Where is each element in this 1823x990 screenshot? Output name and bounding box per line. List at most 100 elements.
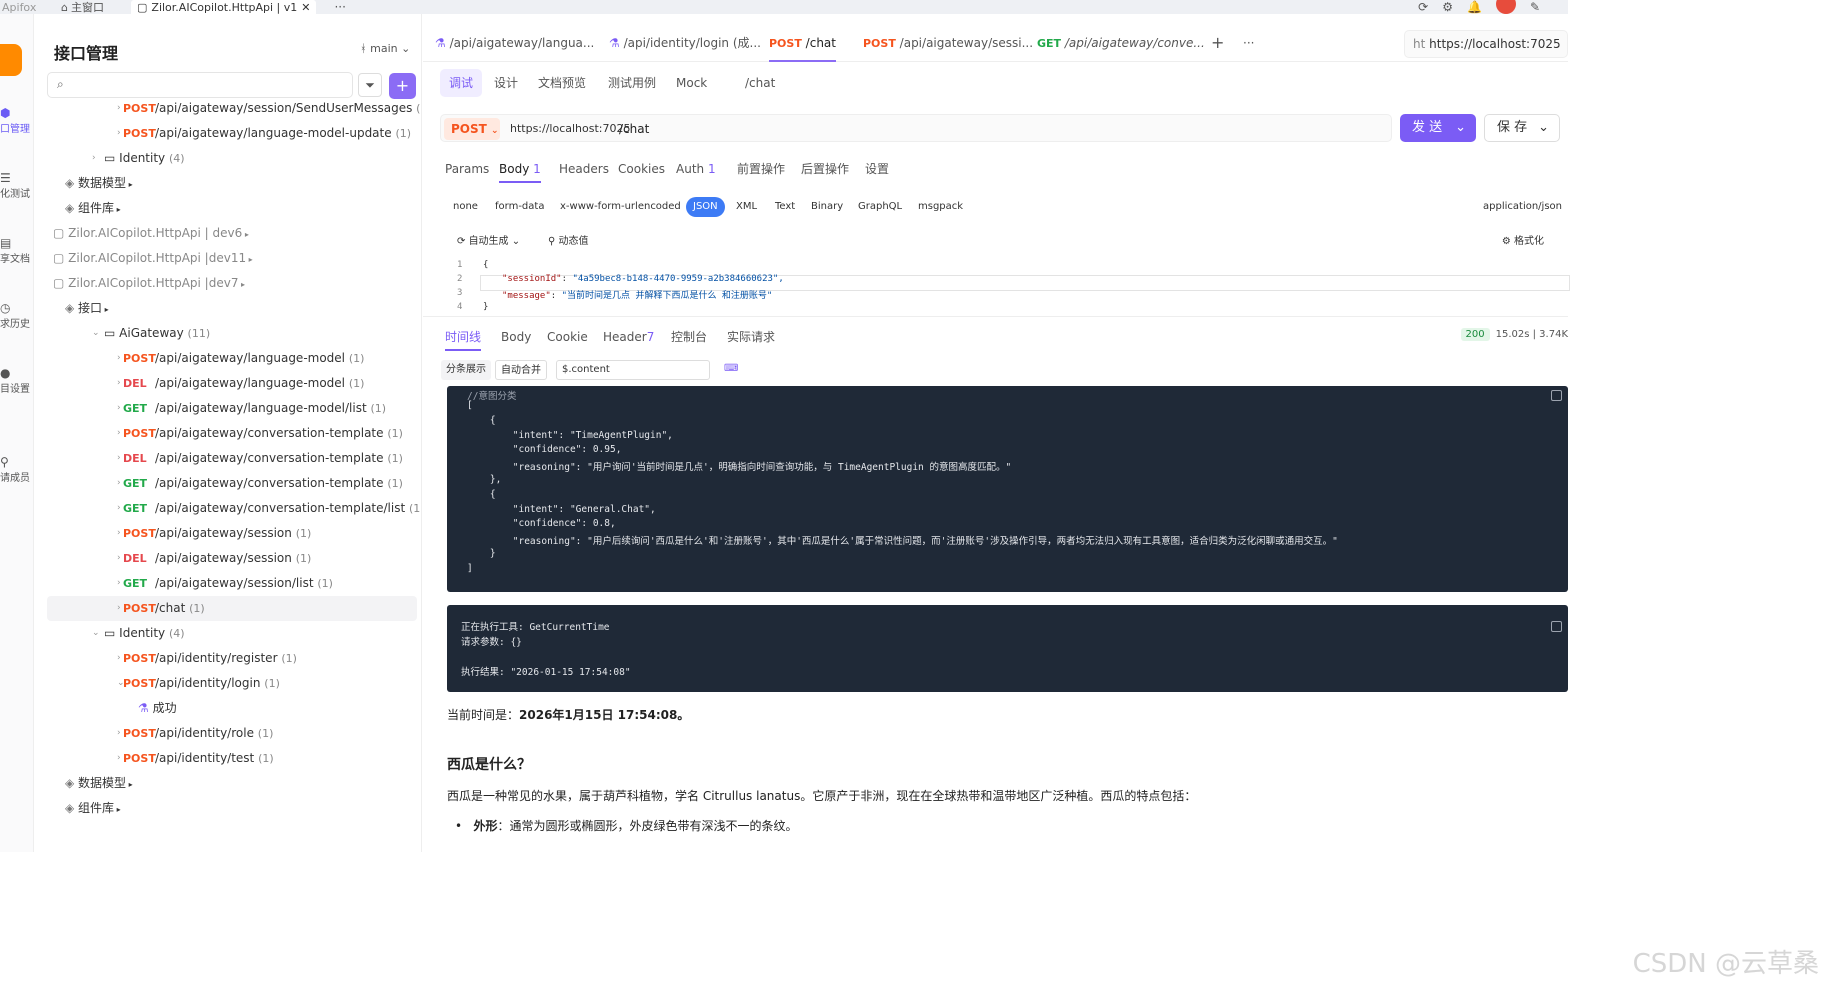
- tab-cookies[interactable]: Cookies: [618, 157, 665, 181]
- body-type-option[interactable]: Binary: [811, 197, 843, 217]
- group-tree-item[interactable]: ◈ 接口 ▸: [47, 296, 417, 321]
- save-button[interactable]: 保 存 ⌄: [1484, 114, 1560, 142]
- rail-item-api[interactable]: ⬢ 口管理: [0, 106, 34, 135]
- tab-console[interactable]: 控制台: [671, 325, 707, 349]
- chevron-icon[interactable]: ›: [117, 721, 121, 746]
- avatar[interactable]: [1495, 0, 1516, 14]
- format-button[interactable]: ⚙ 格式化: [1502, 232, 1544, 252]
- tab-resp-body[interactable]: Body: [501, 325, 531, 349]
- folder-tree-item[interactable]: ⌄ ▭ Identity (4): [47, 621, 417, 646]
- project-tree-item[interactable]: ▢ Zilor.AICopilot.HttpApi |dev7 ▸: [47, 271, 417, 296]
- rail-item-settings[interactable]: ● 目设置: [0, 366, 34, 395]
- jsonpath-input[interactable]: $.content: [556, 360, 710, 380]
- chevron-icon[interactable]: ›: [117, 571, 121, 596]
- chevron-icon[interactable]: ›: [117, 596, 121, 621]
- code-icon[interactable]: ⌨: [724, 363, 738, 374]
- api-tree-item[interactable]: › POST/api/aigateway/conversation-templat…: [47, 421, 417, 446]
- chevron-icon[interactable]: ›: [117, 121, 121, 146]
- tab-timeline[interactable]: 时间线: [445, 325, 482, 351]
- chevron-icon[interactable]: ›: [117, 421, 121, 446]
- send-button[interactable]: 发 送 ⌄: [1400, 114, 1476, 142]
- body-type-option[interactable]: msgpack: [918, 197, 963, 217]
- api-tree-item[interactable]: › GET/api/aigateway/language-model/list (…: [47, 396, 417, 421]
- api-tree-item[interactable]: › POST/api/aigateway/language-model (1): [47, 346, 417, 371]
- gear-icon[interactable]: ⚙: [1442, 0, 1453, 14]
- chevron-down-icon[interactable]: ⌄: [1538, 115, 1549, 141]
- request-tab[interactable]: ⚗ /api/identity/login (成...: [609, 24, 761, 62]
- chevron-icon[interactable]: ›: [92, 146, 96, 171]
- api-tree-item[interactable]: › DEL/api/aigateway/session (1): [47, 546, 417, 571]
- auto-generate-button[interactable]: ⟳ 自动生成 ⌄: [457, 232, 520, 252]
- request-tab[interactable]: ⚗ /api/aigateway/langua...: [435, 24, 594, 62]
- request-tab[interactable]: POST /api/aigateway/sessi...: [863, 24, 1033, 62]
- tab-actual-request[interactable]: 实际请求: [727, 325, 775, 349]
- api-tree-item[interactable]: › GET/api/aigateway/session/list (1): [47, 571, 417, 596]
- method-select[interactable]: POST ⌄: [444, 118, 500, 140]
- rail-item-members[interactable]: ⚲ 请成员: [0, 455, 34, 484]
- tab-resp-header[interactable]: Header7: [603, 325, 654, 349]
- chevron-icon[interactable]: ›: [117, 471, 121, 496]
- chevron-icon[interactable]: ›: [117, 371, 121, 396]
- environment-selector[interactable]: ht https://localhost:7025: [1404, 30, 1568, 58]
- auto-merge-button[interactable]: 自动合并: [495, 360, 547, 380]
- api-tree-item[interactable]: › POST/api/aigateway/language-model-updat…: [47, 121, 417, 146]
- api-tree-item[interactable]: ⌄ POST/api/identity/login (1): [47, 671, 417, 696]
- tab-pre-ops[interactable]: 前置操作: [737, 157, 785, 181]
- mode-tab[interactable]: 文档预览: [538, 69, 586, 97]
- body-type-option[interactable]: GraphQL: [858, 197, 902, 217]
- chevron-icon[interactable]: ›: [117, 446, 121, 471]
- tab-resp-cookie[interactable]: Cookie: [547, 325, 588, 349]
- chevron-icon[interactable]: ›: [117, 746, 121, 771]
- body-type-option[interactable]: none: [453, 197, 478, 217]
- api-tree-item[interactable]: › DEL/api/aigateway/conversation-template…: [47, 446, 417, 471]
- filter-button[interactable]: ⏷: [358, 73, 382, 97]
- rail-item-docs[interactable]: ▤ 享文档: [0, 236, 34, 265]
- tab-auth[interactable]: Auth 1: [676, 157, 716, 181]
- mode-tab[interactable]: 设计: [494, 69, 518, 97]
- chevron-icon[interactable]: ⌄: [92, 621, 100, 646]
- chevron-icon[interactable]: ›: [117, 646, 121, 671]
- project-tab[interactable]: ▢ Zilor.AICopilot.HttpApi | v1 ✕: [131, 0, 317, 14]
- tab-settings[interactable]: 设置: [865, 157, 889, 181]
- group-tree-item[interactable]: ◈ 数据模型 ▸: [47, 171, 417, 196]
- copy-icon[interactable]: [1551, 621, 1562, 632]
- api-tree-item[interactable]: › POST/chat (1): [47, 596, 417, 621]
- add-tab-button[interactable]: +: [1211, 24, 1224, 62]
- api-tree-item[interactable]: › POST/api/aigateway/session/SendUserMess…: [47, 96, 421, 121]
- group-tree-item[interactable]: ◈ 数据模型 ▸: [47, 771, 417, 796]
- tab-post-ops[interactable]: 后置操作: [801, 157, 849, 181]
- chevron-icon[interactable]: ⌄: [92, 321, 100, 346]
- api-tree-item[interactable]: › POST/api/identity/role (1): [47, 721, 417, 746]
- dynamic-value-button[interactable]: ⚲ 动态值: [548, 232, 589, 252]
- folder-tree-item[interactable]: ⌄ ▭ AiGateway (11): [47, 321, 417, 346]
- chevron-icon[interactable]: ›: [117, 96, 121, 121]
- request-host[interactable]: https://localhost:7025: [510, 115, 631, 143]
- chevron-icon[interactable]: ›: [117, 396, 121, 421]
- split-view-button[interactable]: 分条展示: [441, 360, 491, 380]
- close-icon[interactable]: ✕: [301, 1, 310, 14]
- more-tabs-button[interactable]: ···: [334, 0, 345, 14]
- chevron-icon[interactable]: ›: [117, 496, 121, 521]
- tab-params[interactable]: Params: [445, 157, 489, 181]
- example-tree-item[interactable]: ⚗ 成功: [47, 696, 417, 721]
- api-tree-item[interactable]: › POST/api/aigateway/session (1): [47, 521, 417, 546]
- request-path[interactable]: /chat: [619, 115, 649, 143]
- mode-tab[interactable]: Mock: [676, 69, 707, 97]
- body-type-option[interactable]: JSON: [686, 197, 725, 217]
- branch-selector[interactable]: ᚼ main ⌄: [360, 42, 410, 55]
- request-tab[interactable]: POST /chat: [769, 24, 836, 62]
- rail-item-history[interactable]: ◷ 求历史: [0, 301, 34, 330]
- rail-item-test[interactable]: ☰ 化测试: [0, 171, 34, 200]
- body-type-option[interactable]: XML: [736, 197, 757, 217]
- body-type-option[interactable]: Text: [775, 197, 795, 217]
- tab-body[interactable]: Body 1: [499, 157, 541, 183]
- chevron-icon[interactable]: ›: [117, 346, 121, 371]
- body-type-option[interactable]: form-data: [495, 197, 544, 217]
- more-tabs-button[interactable]: ···: [1243, 24, 1254, 62]
- pin-icon[interactable]: ✎: [1530, 0, 1540, 14]
- copy-icon[interactable]: [1551, 390, 1562, 401]
- home-window-button[interactable]: ⌂ 主窗口: [61, 0, 125, 15]
- api-tree-item[interactable]: › GET/api/aigateway/conversation-template…: [47, 471, 417, 496]
- project-tree-item[interactable]: ▢ Zilor.AICopilot.HttpApi | dev6 ▸: [47, 221, 417, 246]
- chevron-down-icon[interactable]: ⌄: [1455, 114, 1466, 142]
